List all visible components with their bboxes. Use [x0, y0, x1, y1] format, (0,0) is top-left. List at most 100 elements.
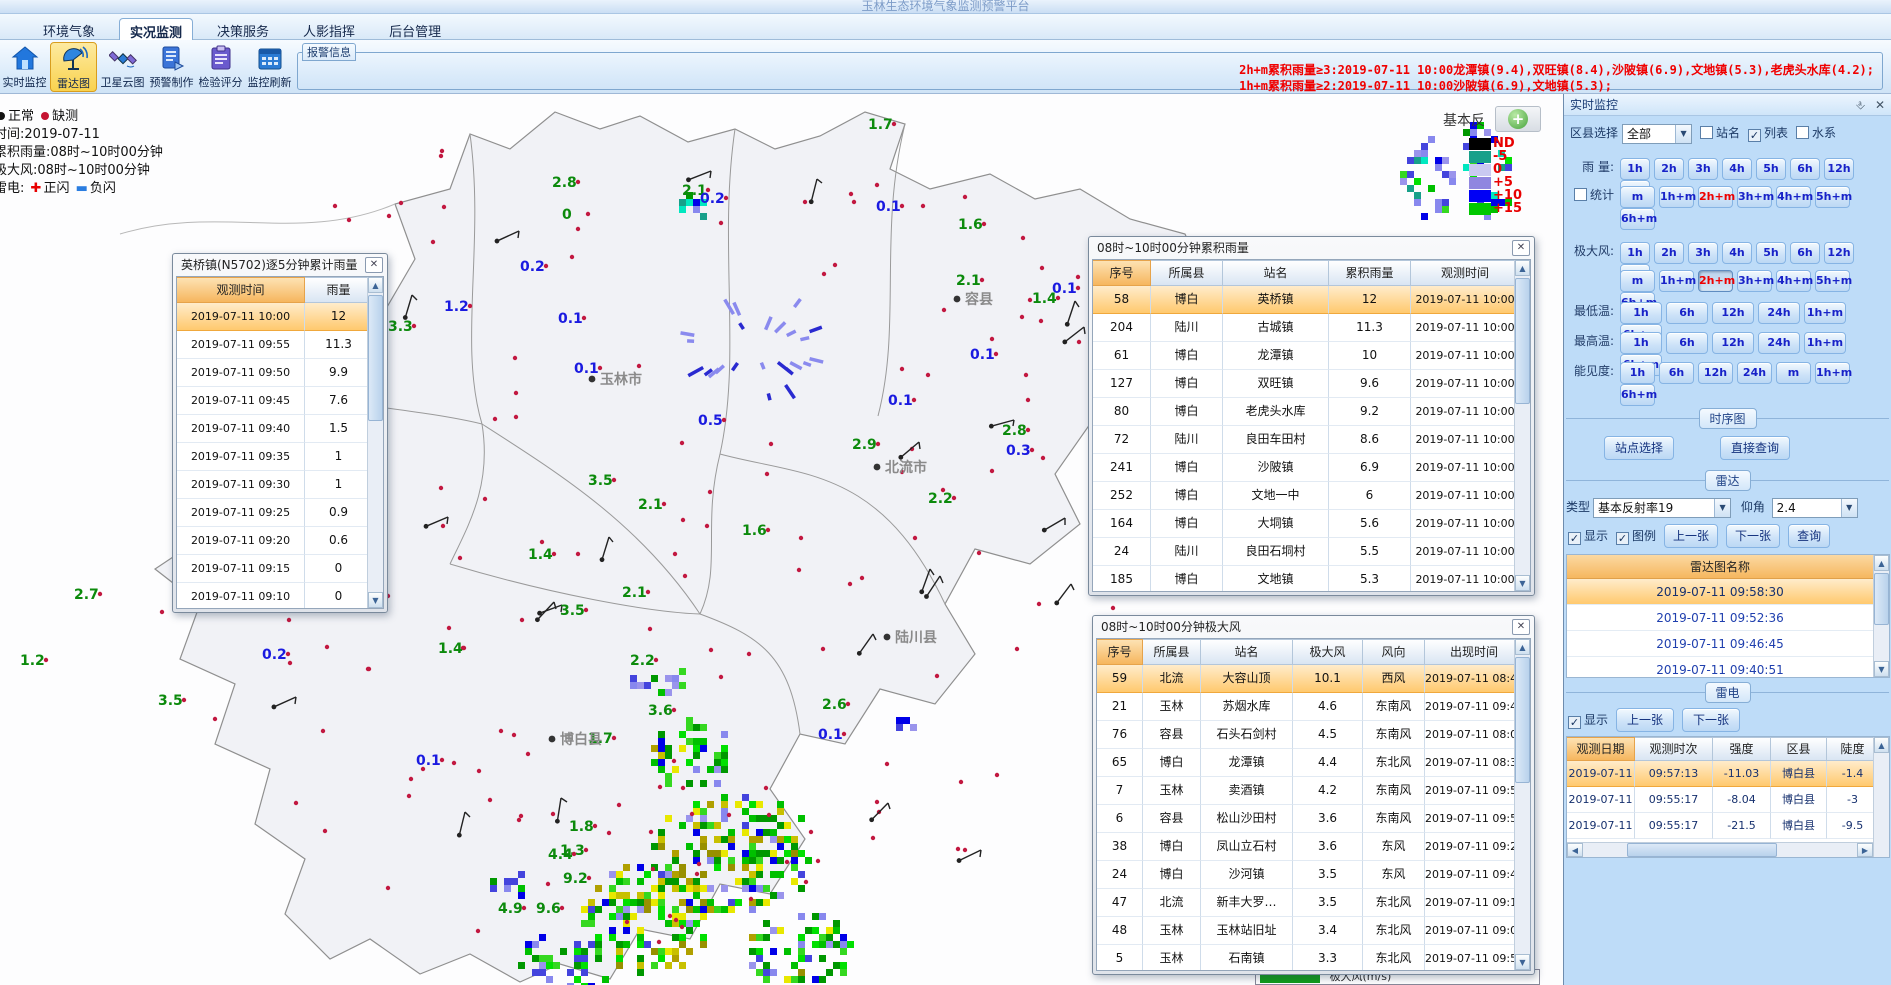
column-header-观测时间[interactable]: 观测时间	[177, 277, 305, 303]
radar-list-item[interactable]: 2019-07-11 09:58:30	[1567, 579, 1873, 605]
column-header-雨量[interactable]: 雨量	[305, 277, 373, 303]
station-rain-detail-window[interactable]: 英桥镇(N5702)逐5分钟累计雨量 ✕ 观测时间雨量2019-07-11 10…	[172, 253, 388, 613]
column-header-极大风[interactable]: 极大风	[1293, 639, 1363, 665]
tmax-button-24h[interactable]: 24h	[1758, 332, 1800, 354]
toolbar-item-监控刷新[interactable]: 监控刷新	[246, 42, 293, 92]
scroll-up-arrow[interactable]: ▲	[1874, 555, 1889, 571]
table-row[interactable]: 72陆川良田车田村8.62019-07-11 10:00	[1093, 426, 1514, 454]
table-row[interactable]: 2019-07-11 09:100	[177, 583, 367, 609]
radar-elevation-select[interactable]: 2.4▼	[1772, 498, 1858, 518]
visibility-button-1h+m[interactable]: 1h+m	[1815, 362, 1850, 384]
rain-minute-button-3h+m[interactable]: 3h+m	[1737, 186, 1772, 208]
scroll-down-arrow[interactable]: ▼	[368, 592, 383, 608]
column-header-序号[interactable]: 序号	[1093, 260, 1151, 286]
column-header-所属县[interactable]: 所属县	[1151, 260, 1223, 286]
table-row[interactable]: 59北流大容山顶10.1西风2019-07-11 08:47	[1097, 665, 1514, 693]
wind-hour-button-2h[interactable]: 2h	[1654, 242, 1684, 264]
tmax-button-6h[interactable]: 6h	[1666, 332, 1708, 354]
rain-hour-button-4h[interactable]: 4h	[1722, 158, 1752, 180]
table-row[interactable]: 2019-07-11 09:301	[177, 471, 367, 499]
toolbar-item-预警制作[interactable]: 预警制作	[148, 42, 195, 92]
checkbox-icon[interactable]	[1700, 126, 1713, 139]
wind-minute-button-2h+m[interactable]: 2h+m	[1698, 270, 1733, 292]
column-header-累积雨量[interactable]: 累积雨量	[1329, 260, 1411, 286]
radar-button-下一张[interactable]: 下一张	[1726, 524, 1780, 548]
rain-hour-button-5h[interactable]: 5h	[1756, 158, 1786, 180]
scroll-thumb[interactable]	[368, 295, 383, 421]
rain-rank-window[interactable]: 08时~10时00分钟累积雨量 ✕ 序号所属县站名累积雨量观测时间58博白英桥镇…	[1088, 236, 1535, 596]
table-row[interactable]: 47北流新丰大罗…3.5东北风2019-07-11 09:12	[1097, 889, 1514, 917]
radar-list-item[interactable]: 2019-07-11 09:46:45	[1567, 631, 1873, 657]
wind-hour-button-6h[interactable]: 6h	[1790, 242, 1820, 264]
chevron-down-icon[interactable]: ▼	[1675, 125, 1691, 143]
checkbox-icon[interactable]: ✓	[1748, 129, 1761, 142]
vertical-scrollbar[interactable]: ▲▼	[367, 277, 383, 608]
column-header-站名[interactable]: 站名	[1223, 260, 1329, 286]
table-row[interactable]: 65博白龙潭镇4.4东北风2019-07-11 08:34	[1097, 749, 1514, 777]
lightning-button-下一张[interactable]: 下一张	[1682, 708, 1740, 732]
column-header-序号[interactable]: 序号	[1097, 639, 1143, 665]
scroll-left-arrow[interactable]: ◀	[1567, 843, 1583, 857]
tmin-button-12h[interactable]: 12h	[1712, 302, 1754, 324]
scroll-down-arrow[interactable]: ▼	[1515, 954, 1530, 970]
scroll-thumb[interactable]	[1627, 843, 1777, 857]
vertical-scrollbar[interactable]: ▲▼	[1514, 260, 1530, 591]
scroll-down-arrow[interactable]: ▼	[1515, 575, 1530, 591]
radar-check-显示[interactable]: ✓显示	[1568, 529, 1608, 543]
radar-list-item[interactable]: 2019-07-11 09:52:36	[1567, 605, 1873, 631]
scroll-up-arrow[interactable]: ▲	[1874, 737, 1889, 753]
tmin-button-1h+m[interactable]: 1h+m	[1804, 302, 1846, 324]
table-row[interactable]: 7玉林卖酒镇4.2东南风2019-07-11 09:59	[1097, 777, 1514, 805]
table-row[interactable]: 2019-07-11 09:200.6	[177, 527, 367, 555]
vertical-scrollbar[interactable]: ▲▼	[1873, 555, 1889, 677]
visibility-button-1h[interactable]: 1h	[1620, 362, 1655, 384]
wind-minute-button-3h+m[interactable]: 3h+m	[1737, 270, 1772, 292]
column-header-风向[interactable]: 风向	[1363, 639, 1425, 665]
table-row[interactable]: 24陆川良田石垌村5.52019-07-11 10:00	[1093, 538, 1514, 566]
table-row[interactable]: 204陆川古城镇11.32019-07-11 10:00	[1093, 314, 1514, 342]
chevron-down-icon[interactable]: ▼	[1841, 499, 1857, 517]
button-站点选择[interactable]: 站点选择	[1604, 436, 1674, 460]
table-row[interactable]: 2019-07-11 10:0012	[177, 303, 367, 331]
wind-minute-button-m[interactable]: m	[1620, 270, 1655, 292]
scroll-thumb[interactable]	[1515, 657, 1530, 783]
column-header-观测日期[interactable]: 观测日期	[1567, 737, 1635, 761]
rain-minute-button-1h+m[interactable]: 1h+m	[1659, 186, 1694, 208]
column-header-出现时间[interactable]: 出现时间	[1425, 639, 1524, 665]
table-row[interactable]: 61博白龙潭镇102019-07-11 10:00	[1093, 342, 1514, 370]
check-列表[interactable]: ✓列表	[1748, 126, 1788, 140]
table-row[interactable]: 2019-07-11 09:250.9	[177, 499, 367, 527]
rain-hour-button-2h[interactable]: 2h	[1654, 158, 1684, 180]
table-row[interactable]: 38博白凤山立石村3.6东风2019-07-11 09:26	[1097, 833, 1514, 861]
close-icon[interactable]: ✕	[1512, 619, 1530, 635]
table-row[interactable]: 2019-07-11 09:351	[177, 443, 367, 471]
wind-rank-window[interactable]: 08时~10时00分钟极大风 ✕ 序号所属县站名极大风风向出现时间59北流大容山…	[1092, 615, 1535, 975]
toolbar-item-雷达图[interactable]: 雷达图	[50, 42, 97, 92]
column-header-观测时次[interactable]: 观测时次	[1635, 737, 1713, 761]
close-icon[interactable]: ✕	[1512, 240, 1530, 256]
table-row[interactable]: 2019-07-11 09:150	[177, 555, 367, 583]
tmin-button-1h[interactable]: 1h	[1620, 302, 1662, 324]
radar-check-图例[interactable]: ✓图例	[1616, 529, 1656, 543]
wind-minute-button-4h+m[interactable]: 4h+m	[1776, 270, 1811, 292]
scroll-down-arrow[interactable]: ▼	[1874, 661, 1889, 677]
lightning-check-show[interactable]: ✓显示	[1568, 713, 1608, 727]
checkbox-icon[interactable]: ✓	[1568, 532, 1581, 545]
visibility-button-24h[interactable]: 24h	[1737, 362, 1772, 384]
visibility-button-6h+m[interactable]: 6h+m	[1620, 384, 1655, 406]
column-header-区县[interactable]: 区县	[1771, 737, 1827, 761]
scroll-up-arrow[interactable]: ▲	[1515, 260, 1530, 276]
wind-hour-button-4h[interactable]: 4h	[1722, 242, 1752, 264]
tmin-button-24h[interactable]: 24h	[1758, 302, 1800, 324]
statistics-checkbox[interactable]	[1574, 188, 1587, 201]
column-header-观测时间[interactable]: 观测时间	[1411, 260, 1520, 286]
radar-type-select[interactable]: 基本反射率19▼	[1593, 498, 1731, 518]
table-row[interactable]: 48玉林玉林站旧址3.4东北风2019-07-11 09:09	[1097, 917, 1514, 945]
toolbar-item-卫星云图[interactable]: 卫星云图	[99, 42, 146, 92]
tmax-button-1h[interactable]: 1h	[1620, 332, 1662, 354]
wind-hour-button-1h[interactable]: 1h	[1620, 242, 1650, 264]
scroll-right-arrow[interactable]: ▶	[1857, 843, 1873, 857]
wind-hour-button-5h[interactable]: 5h	[1756, 242, 1786, 264]
toolbar-item-实时监控[interactable]: 实时监控	[1, 42, 48, 92]
tmax-button-12h[interactable]: 12h	[1712, 332, 1754, 354]
